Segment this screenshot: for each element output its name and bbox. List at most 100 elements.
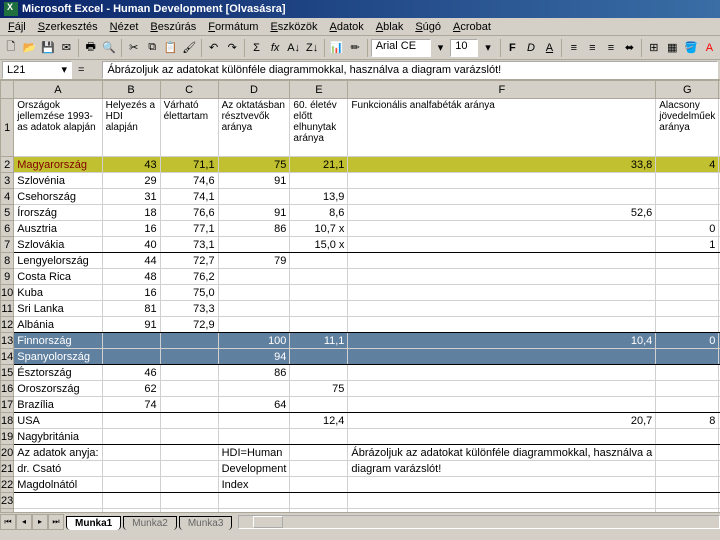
- cell[interactable]: 29: [102, 173, 160, 189]
- cell[interactable]: 62: [102, 381, 160, 397]
- cell[interactable]: Az oktatásban résztvevők aránya: [218, 99, 290, 157]
- col-header-B[interactable]: B: [102, 81, 160, 99]
- cell[interactable]: [218, 381, 290, 397]
- cell[interactable]: Kuba: [14, 285, 102, 301]
- row-header-18[interactable]: 18: [1, 413, 14, 429]
- cell[interactable]: [102, 413, 160, 429]
- cell[interactable]: Alacsony jövedelműek aránya: [656, 99, 719, 157]
- cell[interactable]: [348, 301, 656, 317]
- row-header-14[interactable]: 14: [1, 349, 14, 365]
- cell[interactable]: [290, 317, 348, 333]
- row-header-22[interactable]: 22: [1, 477, 14, 493]
- row-header-4[interactable]: 4: [1, 189, 14, 205]
- formula-input[interactable]: Ábrázoljuk az adatokat különféle diagram…: [102, 61, 718, 79]
- row-header-23[interactable]: 23: [1, 493, 14, 509]
- cell[interactable]: Finnország: [14, 333, 102, 349]
- cell[interactable]: [160, 333, 218, 349]
- cell[interactable]: 12,4: [290, 413, 348, 429]
- cell[interactable]: [656, 349, 719, 365]
- sheet-tab-munka1[interactable]: Munka1: [66, 516, 121, 530]
- cell[interactable]: [656, 429, 719, 445]
- bold-icon[interactable]: F: [504, 38, 522, 58]
- cell[interactable]: [218, 413, 290, 429]
- menubar[interactable]: FájlSzerkesztésNézetBeszúrásFormátumEszk…: [0, 18, 720, 36]
- cell[interactable]: [348, 173, 656, 189]
- cell[interactable]: [290, 253, 348, 269]
- cell[interactable]: 94: [218, 349, 290, 365]
- cell[interactable]: Várható élettartam: [160, 99, 218, 157]
- row-header-10[interactable]: 10: [1, 285, 14, 301]
- font-dropdown-icon[interactable]: ▾: [432, 38, 450, 58]
- cell[interactable]: 10,4: [348, 333, 656, 349]
- row-header-2[interactable]: 2: [1, 157, 14, 173]
- horizontal-scrollbar[interactable]: [238, 515, 720, 529]
- row-header-5[interactable]: 5: [1, 205, 14, 221]
- cell[interactable]: [290, 445, 348, 461]
- cell[interactable]: [348, 509, 656, 513]
- cell[interactable]: 72,7: [160, 253, 218, 269]
- cell[interactable]: [656, 173, 719, 189]
- cell[interactable]: Development: [218, 461, 290, 477]
- open-icon[interactable]: 📂: [21, 38, 39, 58]
- sort-desc-icon[interactable]: Z↓: [303, 38, 321, 58]
- menu-súgó[interactable]: Súgó: [409, 21, 447, 33]
- format-painter-icon[interactable]: 🖌: [181, 38, 199, 58]
- cell[interactable]: [218, 189, 290, 205]
- cell[interactable]: 71,1: [160, 157, 218, 173]
- cell[interactable]: 74: [102, 397, 160, 413]
- mail-icon[interactable]: ✉: [58, 38, 76, 58]
- cell[interactable]: 8,6: [290, 205, 348, 221]
- worksheet-grid[interactable]: ABCDEFGHIJK 1Országok jellemzése 1993-as…: [0, 80, 720, 512]
- undo-icon[interactable]: ↶: [205, 38, 223, 58]
- cell[interactable]: [348, 237, 656, 253]
- align-center-icon[interactable]: ≡: [584, 38, 602, 58]
- cell[interactable]: 79: [218, 253, 290, 269]
- cell[interactable]: [102, 445, 160, 461]
- cell[interactable]: 86: [218, 221, 290, 237]
- cell[interactable]: [160, 413, 218, 429]
- cell[interactable]: 8: [656, 413, 719, 429]
- cell[interactable]: [218, 237, 290, 253]
- cell[interactable]: [656, 189, 719, 205]
- cell[interactable]: [102, 429, 160, 445]
- cell[interactable]: Országok jellemzése 1993-as adatok alapj…: [14, 99, 102, 157]
- cell[interactable]: 75: [290, 381, 348, 397]
- row-header-11[interactable]: 11: [1, 301, 14, 317]
- col-header-F[interactable]: F: [348, 81, 656, 99]
- cell[interactable]: [160, 445, 218, 461]
- cell[interactable]: [656, 493, 719, 509]
- cell[interactable]: 43: [102, 157, 160, 173]
- cell[interactable]: [290, 349, 348, 365]
- redo-icon[interactable]: ↷: [223, 38, 241, 58]
- cell[interactable]: 15,0 x: [290, 237, 348, 253]
- cell[interactable]: Brazília: [14, 397, 102, 413]
- fillcolor-icon[interactable]: 🪣: [682, 38, 700, 58]
- cell[interactable]: 0: [656, 221, 719, 237]
- cell[interactable]: [348, 189, 656, 205]
- cell[interactable]: 44: [102, 253, 160, 269]
- row-header-13[interactable]: 13: [1, 333, 14, 349]
- cell[interactable]: Ausztria: [14, 221, 102, 237]
- cell[interactable]: [290, 509, 348, 513]
- row-header-19[interactable]: 19: [1, 429, 14, 445]
- print-icon[interactable]: 🖶: [82, 38, 100, 58]
- cell[interactable]: [102, 493, 160, 509]
- menu-formátum[interactable]: Formátum: [202, 21, 264, 33]
- cell[interactable]: [290, 397, 348, 413]
- cell[interactable]: [290, 301, 348, 317]
- cell[interactable]: 4: [656, 157, 719, 173]
- menu-adatok[interactable]: Adatok: [324, 21, 370, 33]
- cell[interactable]: diagram varázslót!: [348, 461, 656, 477]
- cell[interactable]: [102, 333, 160, 349]
- new-icon[interactable]: 🗋: [2, 38, 20, 58]
- col-header-C[interactable]: C: [160, 81, 218, 99]
- cell[interactable]: 77,1: [160, 221, 218, 237]
- autosum-icon[interactable]: Σ: [248, 38, 266, 58]
- cell[interactable]: 73,3: [160, 301, 218, 317]
- cell[interactable]: [656, 381, 719, 397]
- cell[interactable]: 73,1: [160, 237, 218, 253]
- cell[interactable]: 74,1: [160, 189, 218, 205]
- cell[interactable]: 91: [102, 317, 160, 333]
- cell[interactable]: 91: [218, 205, 290, 221]
- cell[interactable]: Costa Rica: [14, 269, 102, 285]
